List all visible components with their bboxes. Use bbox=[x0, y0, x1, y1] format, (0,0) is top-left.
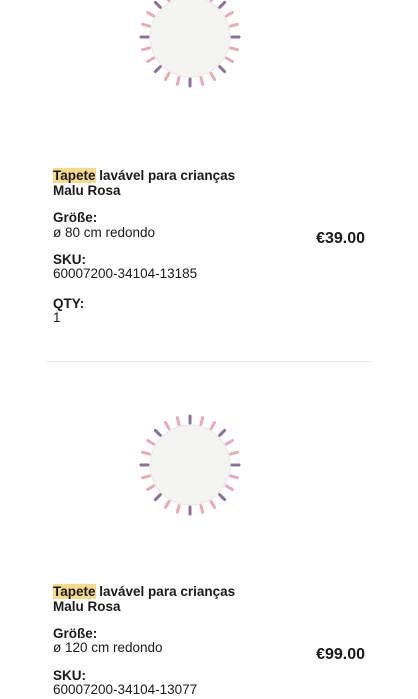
tassel bbox=[146, 439, 156, 446]
qty-value[interactable]: 1 bbox=[53, 310, 61, 325]
tassel bbox=[153, 493, 162, 502]
sku-value: 60007200-34104-13185 bbox=[53, 266, 198, 281]
tassel bbox=[229, 46, 239, 52]
title-highlight: Tapete bbox=[53, 584, 96, 599]
tassel bbox=[153, 0, 162, 9]
tassel bbox=[175, 504, 181, 514]
title-line2: Malu Rosa bbox=[53, 183, 121, 198]
product-title[interactable]: Tapete lavável para crianças Malu Rosa bbox=[53, 168, 235, 198]
title-highlight: Tapete bbox=[53, 168, 96, 183]
tassel bbox=[199, 416, 205, 426]
sku-label: SKU: bbox=[53, 252, 86, 267]
tassel bbox=[146, 56, 156, 63]
size-label: Größe: bbox=[53, 210, 98, 225]
round-rug-icon bbox=[139, 0, 241, 88]
tassel bbox=[166, 0, 171, 3]
tassel bbox=[199, 76, 205, 86]
cart-item-1: Tapete lavável para crianças Malu Rosa G… bbox=[0, 0, 418, 362]
tassel bbox=[146, 484, 156, 491]
title-rest: lavável para crianças bbox=[95, 584, 236, 599]
tassel bbox=[141, 474, 151, 480]
tassel bbox=[209, 71, 216, 81]
tassel bbox=[224, 11, 234, 18]
tassel bbox=[141, 450, 151, 456]
tassel bbox=[209, 499, 216, 509]
tassel bbox=[199, 504, 205, 514]
tassel bbox=[229, 450, 239, 456]
tassel bbox=[224, 439, 234, 446]
tassel bbox=[218, 428, 227, 437]
price: €99.00 bbox=[316, 646, 365, 663]
qty-label: QTY: bbox=[53, 296, 85, 311]
size-value: ø 80 cm redondo bbox=[53, 225, 156, 240]
size-label: Größe: bbox=[53, 626, 98, 641]
sku-label: SKU: bbox=[53, 668, 86, 683]
sku-value: 60007200-34104-13077 bbox=[53, 682, 198, 697]
tassel bbox=[141, 46, 151, 52]
tassel bbox=[218, 65, 227, 74]
tassel bbox=[224, 484, 234, 491]
cart-item-2: Tapete lavável para crianças Malu Rosa G… bbox=[0, 362, 418, 699]
tassel bbox=[229, 22, 239, 28]
tassel bbox=[229, 474, 239, 480]
tassel bbox=[146, 11, 156, 18]
price: €39.00 bbox=[316, 230, 365, 247]
tassel bbox=[175, 416, 181, 426]
product-image[interactable] bbox=[137, 0, 243, 90]
tassel bbox=[164, 499, 171, 509]
tassel bbox=[224, 56, 234, 63]
tassel bbox=[175, 76, 181, 86]
tassel bbox=[164, 71, 171, 81]
tassel bbox=[153, 65, 162, 74]
round-rug-icon bbox=[139, 414, 241, 516]
tassel bbox=[209, 0, 214, 3]
tassel bbox=[218, 493, 227, 502]
product-title[interactable]: Tapete lavável para crianças Malu Rosa bbox=[53, 584, 235, 614]
tassel bbox=[164, 421, 171, 431]
tassel bbox=[141, 22, 151, 28]
product-image[interactable] bbox=[137, 412, 243, 518]
title-rest: lavável para crianças bbox=[95, 168, 236, 183]
title-line2: Malu Rosa bbox=[53, 599, 121, 614]
tassel bbox=[209, 421, 216, 431]
tassel bbox=[218, 0, 227, 9]
tassel bbox=[153, 428, 162, 437]
size-value: ø 120 cm redondo bbox=[53, 640, 163, 655]
